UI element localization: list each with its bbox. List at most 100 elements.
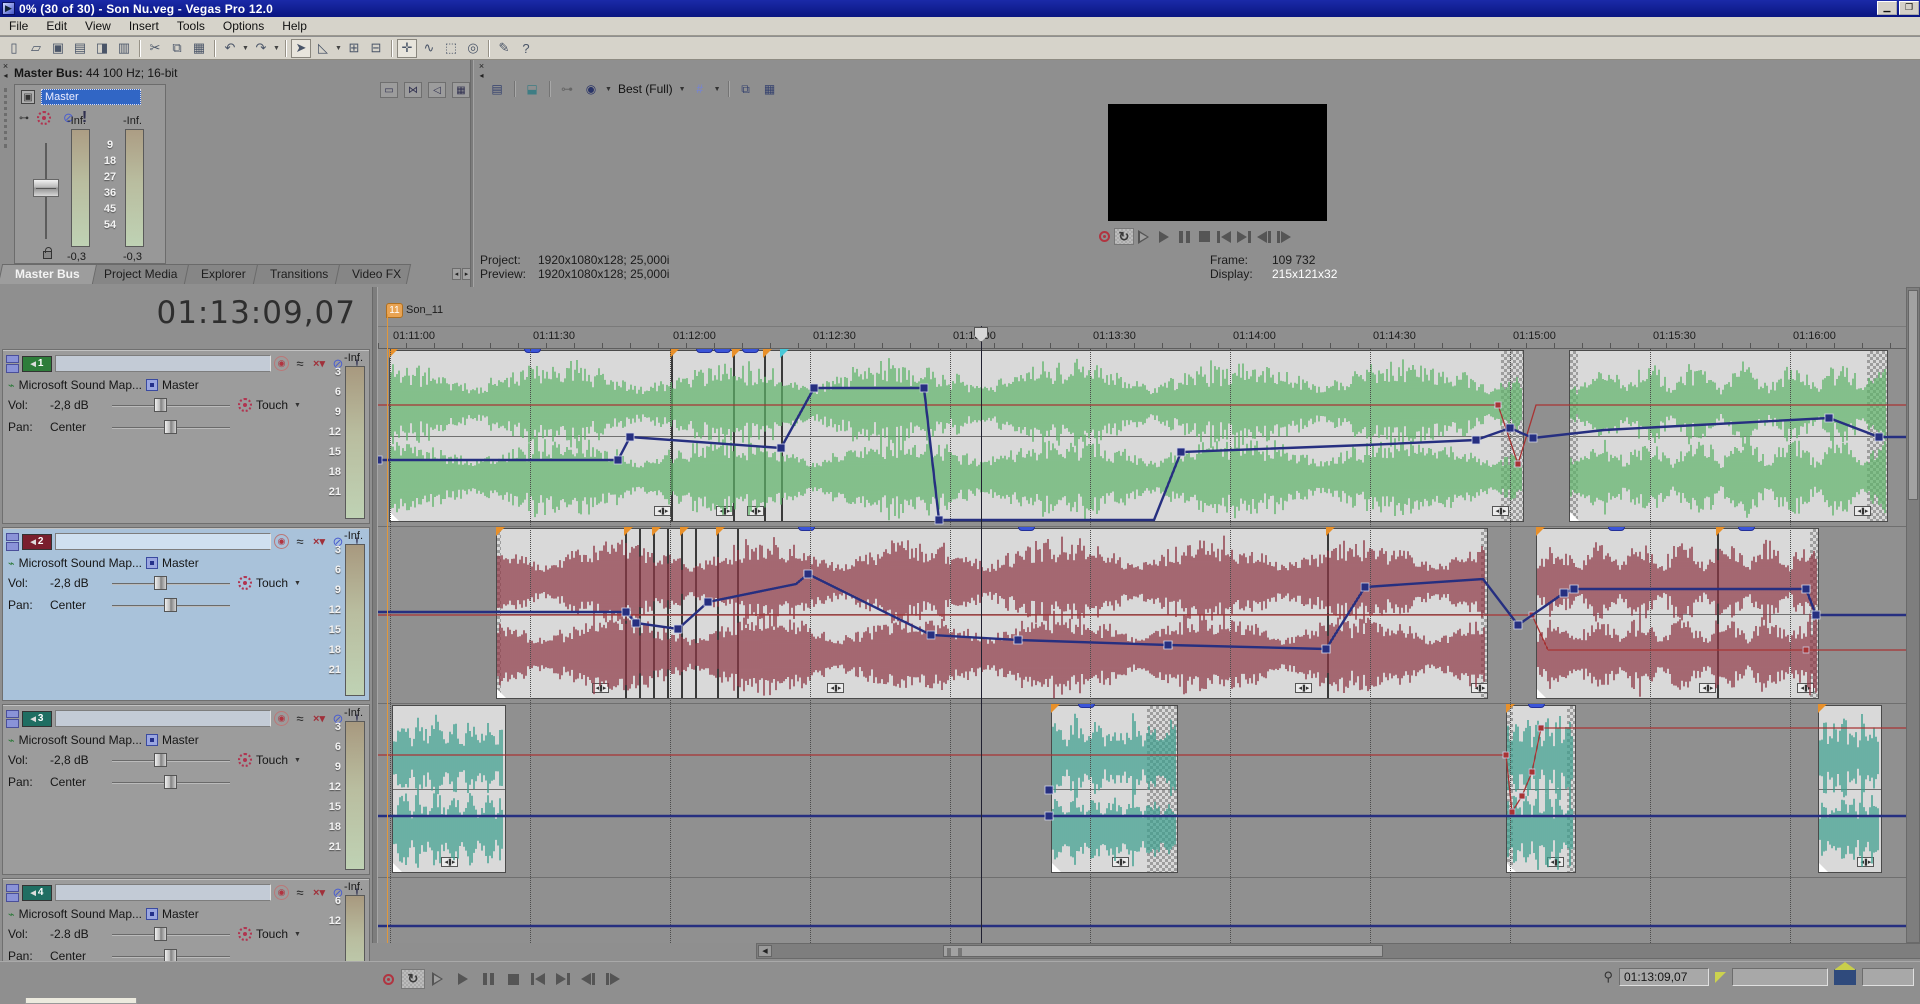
arm-record-icon[interactable]: ◉ <box>274 885 289 900</box>
home-icon[interactable] <box>1834 969 1856 985</box>
copy-icon[interactable]: ⧉ <box>167 39 187 58</box>
undo-dropdown-icon[interactable]: ▼ <box>241 45 250 52</box>
bus-assign-icon[interactable] <box>146 734 158 746</box>
volume-slider[interactable] <box>112 398 230 412</box>
automation-gear-icon[interactable] <box>238 398 252 412</box>
envelope-node[interactable] <box>1495 402 1501 408</box>
envelope-node[interactable] <box>920 384 928 392</box>
automation-dropdown-icon[interactable]: ▼ <box>294 580 301 587</box>
next-frame-button[interactable] <box>1274 228 1294 245</box>
menu-edit[interactable]: Edit <box>37 17 76 35</box>
volume-slider[interactable] <box>112 927 230 941</box>
pan-slider[interactable] <box>112 420 230 434</box>
fader-thumb[interactable] <box>33 179 59 197</box>
time-ruler[interactable]: 01:11:0001:11:3001:12:0001:12:3001:13:00… <box>378 326 1906 349</box>
menu-view[interactable]: View <box>76 17 120 35</box>
menu-tools[interactable]: Tools <box>168 17 214 35</box>
tab-master-bus[interactable]: Master Bus <box>0 264 97 284</box>
whats-this-help-icon[interactable]: ? <box>516 39 536 58</box>
arm-record-icon[interactable]: ◉ <box>274 356 289 371</box>
envelope-node[interactable] <box>1509 809 1515 815</box>
save-project-icon[interactable]: ▣ <box>48 39 68 58</box>
envelope-node[interactable] <box>674 625 682 633</box>
tracks-area[interactable]: ◂❚▸◂❚▸◂❚▸◂❚▸◂❚▸◂❚▸◂❚▸◂❚▸◂❚▸◂❚▸◂❚▸◂❚▸◂❚▸◂… <box>378 349 1906 943</box>
preview-dock-grip[interactable]: × ◂ <box>476 62 487 282</box>
menu-insert[interactable]: Insert <box>120 17 168 35</box>
downmix-output-icon[interactable]: ⋈ <box>404 82 422 98</box>
normal-edit-cursor-icon[interactable]: ➤ <box>291 39 311 58</box>
track-lane-2[interactable]: ◂❚▸◂❚▸◂❚▸◂❚▸◂❚▸◂❚▸ <box>378 527 1906 704</box>
split-screen-icon[interactable]: ⊶ <box>557 80 577 98</box>
new-project-icon[interactable]: ▯ <box>4 39 24 58</box>
collapse-icon[interactable]: ◂ <box>0 71 11 80</box>
pin-icon[interactable]: ⚲ <box>1603 969 1613 985</box>
record-button[interactable] <box>376 969 400 989</box>
horizontal-scrollbar[interactable]: ◀ ▶ + − <box>756 943 1920 959</box>
pan-envelope[interactable] <box>378 405 1906 464</box>
selection-edit-tool-icon[interactable]: ⬚ <box>441 39 461 58</box>
quality-dropdown-icon[interactable]: ▼ <box>679 86 686 93</box>
master-bus-dock-grip[interactable]: × ◂ <box>0 62 11 282</box>
automation-mode[interactable]: Touch <box>256 927 288 941</box>
menu-help[interactable]: Help <box>273 17 316 35</box>
envelope-node[interactable] <box>1164 641 1172 649</box>
project-properties-icon[interactable]: ▤ <box>70 39 90 58</box>
plugin-chain-icon[interactable]: ⌁ <box>8 557 15 570</box>
automation-dropdown-icon[interactable]: ▼ <box>294 757 301 764</box>
loop-playback-button[interactable]: ↻ <box>401 969 425 989</box>
track-minimize-maximize-icon[interactable] <box>6 533 19 551</box>
minimize-button[interactable]: ▁ <box>1877 1 1897 15</box>
bus-assign-icon[interactable] <box>146 557 158 569</box>
automation-settings-icon[interactable]: ≈ <box>292 711 308 726</box>
vscrollbar-thumb[interactable] <box>1908 290 1918 500</box>
track-minimize-maximize-icon[interactable] <box>6 884 19 902</box>
collapse-icon[interactable]: ◂ <box>476 71 487 80</box>
play-button[interactable] <box>451 969 475 989</box>
tab-scroll-left-icon[interactable]: ◂ <box>452 268 461 280</box>
menu-file[interactable]: File <box>0 17 37 35</box>
arm-record-icon[interactable]: ◉ <box>274 534 289 549</box>
track-name-input[interactable] <box>55 884 271 901</box>
automation-mode[interactable]: Touch <box>256 753 288 767</box>
envelope-node[interactable] <box>1560 589 1568 597</box>
envelope-node[interactable] <box>1570 585 1578 593</box>
automation-mode[interactable]: Touch <box>256 576 288 590</box>
copy-snapshot-icon[interactable]: ⧉ <box>736 80 756 98</box>
track-lane-1[interactable]: ◂❚▸◂❚▸◂❚▸◂❚▸◂❚▸ <box>378 349 1906 527</box>
envelope-node[interactable] <box>1045 786 1053 794</box>
track-header-2[interactable]: ◀2◉≈×▾⊘!⌁Microsoft Sound Map...MasterVol… <box>2 527 370 701</box>
undo-icon[interactable]: ↶ <box>220 39 240 58</box>
automation-gear-icon[interactable] <box>238 576 252 590</box>
open-in-trimmer-icon[interactable]: ▥ <box>114 39 134 58</box>
pan-slider[interactable] <box>112 598 230 612</box>
overlays-dropdown-icon[interactable]: ▼ <box>605 86 612 93</box>
plugin-chain-icon[interactable]: ⌁ <box>8 379 15 392</box>
go-to-start-button[interactable] <box>526 969 550 989</box>
automation-settings-icon[interactable]: ≈ <box>292 356 308 371</box>
envelope-node[interactable] <box>1812 611 1820 619</box>
tab-project-media[interactable]: Project Media <box>87 264 195 284</box>
envelope-node[interactable] <box>1472 436 1480 444</box>
paste-icon[interactable]: ▦ <box>189 39 209 58</box>
track-header-1[interactable]: ◀1◉≈×▾⊘!⌁Microsoft Sound Map...MasterVol… <box>2 349 370 524</box>
insert-bus-icon[interactable]: ▭ <box>380 82 398 98</box>
paint-tool-icon[interactable]: ✎ <box>494 39 514 58</box>
pause-button[interactable] <box>476 969 500 989</box>
pan-slider[interactable] <box>112 775 230 789</box>
status-timecode[interactable]: 01:13:09,07 <box>1619 968 1709 986</box>
track-lane-3[interactable]: ◂❚▸◂❚▸◂❚▸◂❚▸ <box>378 704 1906 878</box>
arm-record-icon[interactable]: ◉ <box>274 711 289 726</box>
automation-mode[interactable]: Touch <box>256 398 288 412</box>
dim-output-icon[interactable]: ◁ <box>428 82 446 98</box>
envelope-node[interactable] <box>1529 434 1537 442</box>
track-name-input[interactable] <box>55 533 271 550</box>
envelope-node[interactable] <box>935 516 943 524</box>
track-minimize-maximize-icon[interactable] <box>6 355 19 373</box>
close-icon[interactable]: × <box>476 62 487 71</box>
vertical-scrollbar[interactable] <box>1906 287 1920 943</box>
envelope-node[interactable] <box>1322 645 1330 653</box>
track-minimize-maximize-icon[interactable] <box>6 710 19 728</box>
bus-assign-icon[interactable] <box>146 908 158 920</box>
track-name-input[interactable] <box>55 710 271 727</box>
envelope-node[interactable] <box>1177 448 1185 456</box>
